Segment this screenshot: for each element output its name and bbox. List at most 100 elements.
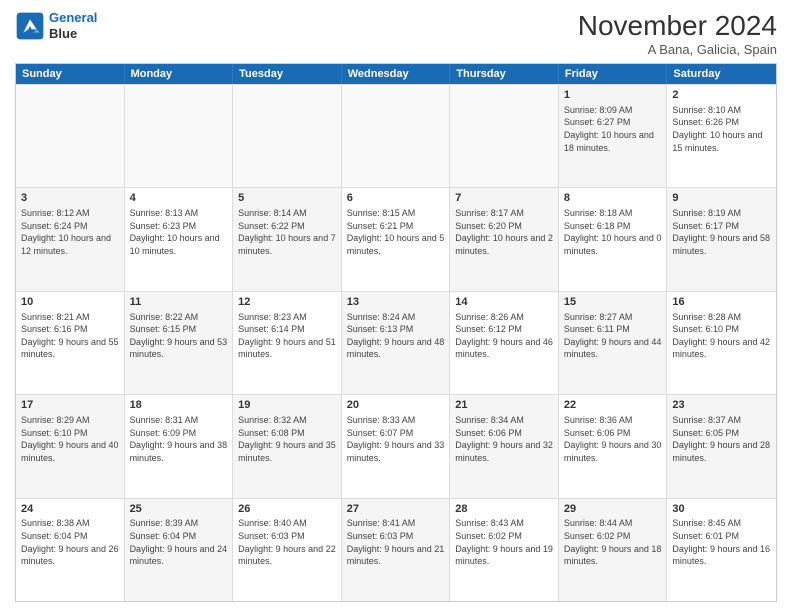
day-number: 26	[238, 502, 336, 517]
cal-cell-29: 29Sunrise: 8:44 AMSunset: 6:02 PMDayligh…	[559, 499, 668, 601]
day-number: 1	[564, 88, 662, 103]
day-number: 7	[455, 191, 553, 206]
day-info: Sunrise: 8:24 AMSunset: 6:13 PMDaylight:…	[347, 311, 445, 361]
day-number: 21	[455, 398, 553, 413]
cal-cell-3: 3Sunrise: 8:12 AMSunset: 6:24 PMDaylight…	[16, 188, 125, 290]
cal-cell-4: 4Sunrise: 8:13 AMSunset: 6:23 PMDaylight…	[125, 188, 234, 290]
logo: General Blue	[15, 10, 97, 41]
day-number: 16	[672, 295, 771, 310]
day-info: Sunrise: 8:45 AMSunset: 6:01 PMDaylight:…	[672, 517, 771, 567]
header-monday: Monday	[125, 64, 234, 84]
day-number: 4	[130, 191, 228, 206]
calendar-row-3: 17Sunrise: 8:29 AMSunset: 6:10 PMDayligh…	[16, 394, 776, 497]
day-info: Sunrise: 8:34 AMSunset: 6:06 PMDaylight:…	[455, 414, 553, 464]
day-number: 20	[347, 398, 445, 413]
cal-cell-30: 30Sunrise: 8:45 AMSunset: 6:01 PMDayligh…	[667, 499, 776, 601]
day-number: 13	[347, 295, 445, 310]
day-info: Sunrise: 8:09 AMSunset: 6:27 PMDaylight:…	[564, 104, 662, 154]
cal-cell-14: 14Sunrise: 8:26 AMSunset: 6:12 PMDayligh…	[450, 292, 559, 394]
location-subtitle: A Bana, Galicia, Spain	[578, 42, 777, 57]
cal-cell-9: 9Sunrise: 8:19 AMSunset: 6:17 PMDaylight…	[667, 188, 776, 290]
cal-cell-19: 19Sunrise: 8:32 AMSunset: 6:08 PMDayligh…	[233, 395, 342, 497]
header-tuesday: Tuesday	[233, 64, 342, 84]
day-info: Sunrise: 8:29 AMSunset: 6:10 PMDaylight:…	[21, 414, 119, 464]
header-thursday: Thursday	[450, 64, 559, 84]
day-number: 12	[238, 295, 336, 310]
calendar-body: 1Sunrise: 8:09 AMSunset: 6:27 PMDaylight…	[16, 84, 776, 601]
day-number: 10	[21, 295, 119, 310]
cal-cell-6: 6Sunrise: 8:15 AMSunset: 6:21 PMDaylight…	[342, 188, 451, 290]
header-sunday: Sunday	[16, 64, 125, 84]
day-number: 8	[564, 191, 662, 206]
month-title: November 2024	[578, 10, 777, 42]
calendar-header: SundayMondayTuesdayWednesdayThursdayFrid…	[16, 64, 776, 84]
day-number: 27	[347, 502, 445, 517]
cal-cell-empty	[233, 85, 342, 187]
day-number: 17	[21, 398, 119, 413]
day-info: Sunrise: 8:41 AMSunset: 6:03 PMDaylight:…	[347, 517, 445, 567]
logo-text: General Blue	[49, 10, 97, 41]
calendar-row-0: 1Sunrise: 8:09 AMSunset: 6:27 PMDaylight…	[16, 84, 776, 187]
day-number: 19	[238, 398, 336, 413]
day-info: Sunrise: 8:15 AMSunset: 6:21 PMDaylight:…	[347, 207, 445, 257]
day-info: Sunrise: 8:31 AMSunset: 6:09 PMDaylight:…	[130, 414, 228, 464]
day-info: Sunrise: 8:28 AMSunset: 6:10 PMDaylight:…	[672, 311, 771, 361]
day-info: Sunrise: 8:10 AMSunset: 6:26 PMDaylight:…	[672, 104, 771, 154]
day-number: 23	[672, 398, 771, 413]
day-number: 6	[347, 191, 445, 206]
header: General Blue November 2024 A Bana, Galic…	[15, 10, 777, 57]
day-info: Sunrise: 8:21 AMSunset: 6:16 PMDaylight:…	[21, 311, 119, 361]
calendar-row-4: 24Sunrise: 8:38 AMSunset: 6:04 PMDayligh…	[16, 498, 776, 601]
cal-cell-20: 20Sunrise: 8:33 AMSunset: 6:07 PMDayligh…	[342, 395, 451, 497]
day-number: 29	[564, 502, 662, 517]
day-info: Sunrise: 8:23 AMSunset: 6:14 PMDaylight:…	[238, 311, 336, 361]
day-info: Sunrise: 8:12 AMSunset: 6:24 PMDaylight:…	[21, 207, 119, 257]
day-info: Sunrise: 8:44 AMSunset: 6:02 PMDaylight:…	[564, 517, 662, 567]
day-number: 22	[564, 398, 662, 413]
day-info: Sunrise: 8:36 AMSunset: 6:06 PMDaylight:…	[564, 414, 662, 464]
day-info: Sunrise: 8:40 AMSunset: 6:03 PMDaylight:…	[238, 517, 336, 567]
cal-cell-26: 26Sunrise: 8:40 AMSunset: 6:03 PMDayligh…	[233, 499, 342, 601]
calendar-row-2: 10Sunrise: 8:21 AMSunset: 6:16 PMDayligh…	[16, 291, 776, 394]
logo-line1: General	[49, 10, 97, 25]
cal-cell-17: 17Sunrise: 8:29 AMSunset: 6:10 PMDayligh…	[16, 395, 125, 497]
cal-cell-27: 27Sunrise: 8:41 AMSunset: 6:03 PMDayligh…	[342, 499, 451, 601]
cal-cell-empty	[16, 85, 125, 187]
title-block: November 2024 A Bana, Galicia, Spain	[578, 10, 777, 57]
cal-cell-8: 8Sunrise: 8:18 AMSunset: 6:18 PMDaylight…	[559, 188, 668, 290]
day-number: 14	[455, 295, 553, 310]
cal-cell-1: 1Sunrise: 8:09 AMSunset: 6:27 PMDaylight…	[559, 85, 668, 187]
day-number: 11	[130, 295, 228, 310]
day-number: 5	[238, 191, 336, 206]
day-number: 15	[564, 295, 662, 310]
cal-cell-18: 18Sunrise: 8:31 AMSunset: 6:09 PMDayligh…	[125, 395, 234, 497]
day-info: Sunrise: 8:37 AMSunset: 6:05 PMDaylight:…	[672, 414, 771, 464]
cal-cell-empty	[450, 85, 559, 187]
day-info: Sunrise: 8:18 AMSunset: 6:18 PMDaylight:…	[564, 207, 662, 257]
cal-cell-22: 22Sunrise: 8:36 AMSunset: 6:06 PMDayligh…	[559, 395, 668, 497]
cal-cell-empty	[342, 85, 451, 187]
day-number: 9	[672, 191, 771, 206]
cal-cell-28: 28Sunrise: 8:43 AMSunset: 6:02 PMDayligh…	[450, 499, 559, 601]
logo-line2: Blue	[49, 26, 97, 42]
day-number: 30	[672, 502, 771, 517]
cal-cell-12: 12Sunrise: 8:23 AMSunset: 6:14 PMDayligh…	[233, 292, 342, 394]
cal-cell-23: 23Sunrise: 8:37 AMSunset: 6:05 PMDayligh…	[667, 395, 776, 497]
calendar: SundayMondayTuesdayWednesdayThursdayFrid…	[15, 63, 777, 602]
day-info: Sunrise: 8:13 AMSunset: 6:23 PMDaylight:…	[130, 207, 228, 257]
cal-cell-13: 13Sunrise: 8:24 AMSunset: 6:13 PMDayligh…	[342, 292, 451, 394]
header-saturday: Saturday	[667, 64, 776, 84]
day-number: 2	[672, 88, 771, 103]
day-number: 18	[130, 398, 228, 413]
day-number: 24	[21, 502, 119, 517]
day-info: Sunrise: 8:19 AMSunset: 6:17 PMDaylight:…	[672, 207, 771, 257]
cal-cell-11: 11Sunrise: 8:22 AMSunset: 6:15 PMDayligh…	[125, 292, 234, 394]
cal-cell-5: 5Sunrise: 8:14 AMSunset: 6:22 PMDaylight…	[233, 188, 342, 290]
cal-cell-24: 24Sunrise: 8:38 AMSunset: 6:04 PMDayligh…	[16, 499, 125, 601]
page: General Blue November 2024 A Bana, Galic…	[0, 0, 792, 612]
day-number: 28	[455, 502, 553, 517]
header-wednesday: Wednesday	[342, 64, 451, 84]
cal-cell-25: 25Sunrise: 8:39 AMSunset: 6:04 PMDayligh…	[125, 499, 234, 601]
day-info: Sunrise: 8:17 AMSunset: 6:20 PMDaylight:…	[455, 207, 553, 257]
day-info: Sunrise: 8:27 AMSunset: 6:11 PMDaylight:…	[564, 311, 662, 361]
